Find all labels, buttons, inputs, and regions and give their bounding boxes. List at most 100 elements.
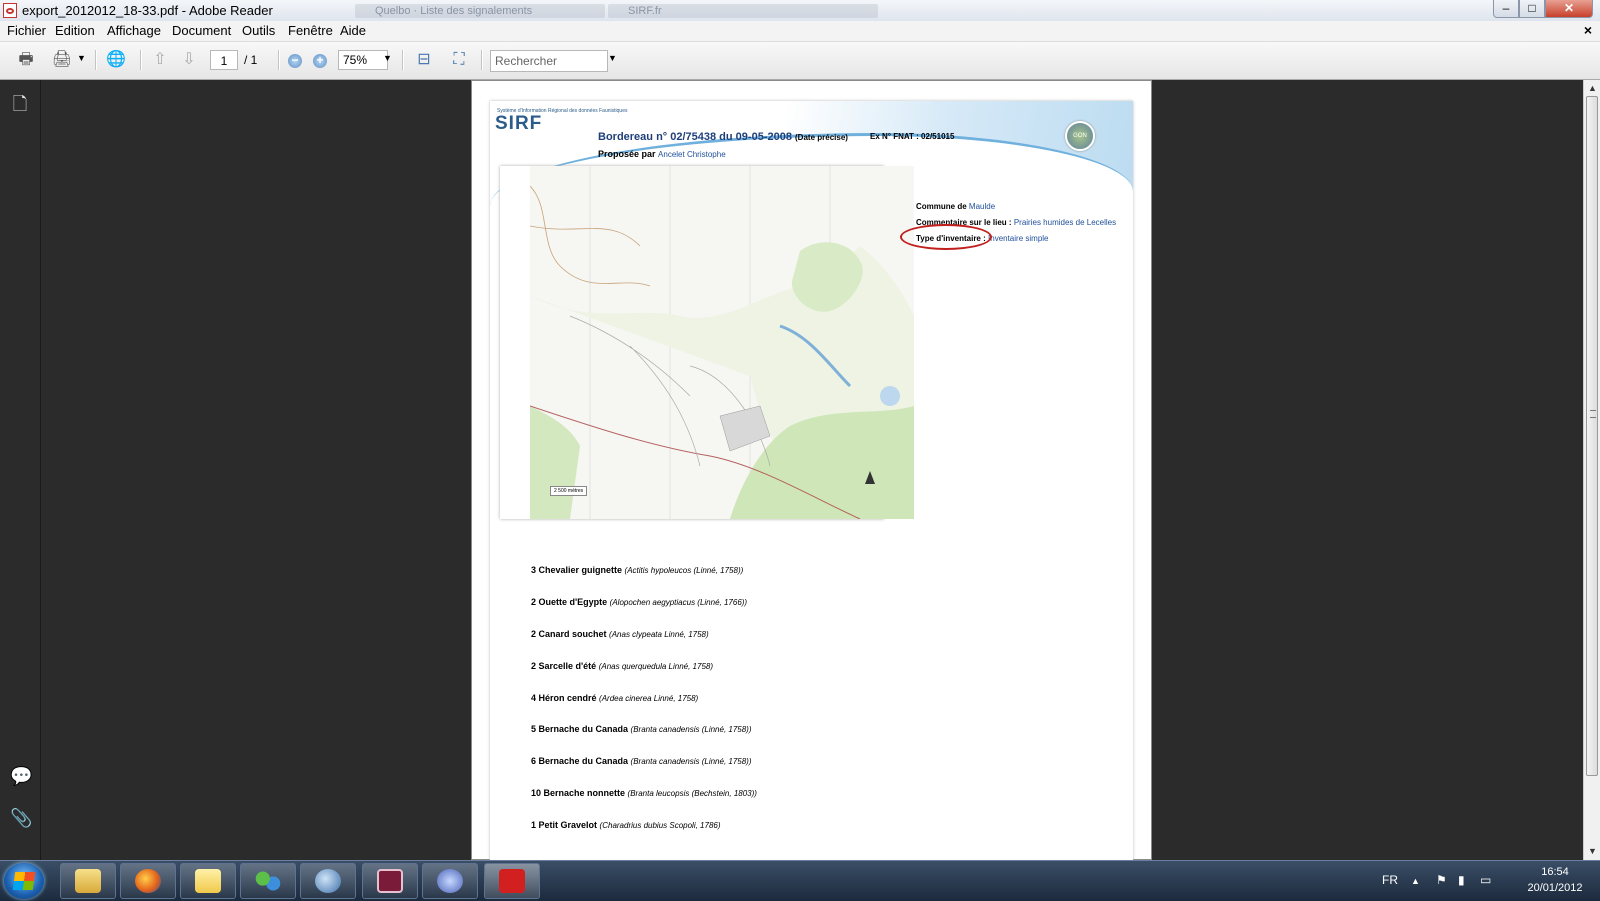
chevron-down-icon[interactable]: ▼ [383, 53, 392, 63]
zoom-level-select[interactable]: 75% [338, 50, 388, 70]
dolphin-app-icon [437, 869, 463, 893]
adobe-reader-app-icon [3, 3, 17, 18]
commune-line: Commune de Maulde [916, 202, 995, 211]
explorer-icon [75, 869, 101, 893]
type-value: Inventaire simple [988, 234, 1049, 243]
species-latin: (Branta canadensis (Linné, 1758)) [630, 725, 752, 734]
taskbar-explorer[interactable] [60, 863, 116, 899]
page-content: Système d'Information Régional des donné… [490, 101, 1133, 860]
network-icon[interactable]: ▭ [1480, 873, 1491, 887]
scroll-up-arrow-icon[interactable]: ▲ [1584, 80, 1600, 97]
taskbar-adobe-reader[interactable] [484, 863, 540, 899]
red-annotation-ellipse [900, 224, 992, 250]
menu-fichier[interactable]: Fichier [7, 23, 46, 38]
toolbar-separator [140, 50, 142, 70]
species-item: 4 Héron cendré (Ardea cinerea Linné, 175… [531, 693, 698, 703]
fit-page-icon[interactable]: ⛶ [447, 49, 471, 71]
species-name: 3 Chevalier guignette [531, 565, 623, 575]
species-item: 2 Ouette d'Egypte (Alopochen aegyptiacus… [531, 597, 747, 607]
power-icon[interactable]: ▮ [1458, 873, 1465, 887]
species-item: 6 Bernache du Canada (Branta canadensis … [531, 756, 752, 766]
toolbar: 🖶 🖨 ▼ 🌐 ⇧ ⇩ 1 / 1 − + 75% ▼ ⊟ ⛶ Recherch… [0, 42, 1600, 80]
close-window-button[interactable]: ✕ [1545, 0, 1593, 18]
firefox-icon [135, 869, 161, 893]
taskbar-firefox[interactable] [120, 863, 176, 899]
species-item: 2 Sarcelle d'été (Anas querquedula Linné… [531, 661, 713, 671]
scrollbar-thumb[interactable] [1586, 96, 1598, 776]
zoom-in-button[interactable]: + [313, 54, 327, 68]
grip-icon [1590, 410, 1596, 418]
print-options-icon[interactable]: 🖨 [50, 49, 74, 71]
taskbar-messenger[interactable] [240, 863, 296, 899]
pdf-page: Système d'Information Régional des donné… [471, 80, 1152, 860]
print-icon[interactable]: 🖶 [14, 49, 38, 71]
bordereau-number: Bordereau n° 02/75438 du 09-05-2008 [598, 131, 792, 143]
scroll-down-arrow-icon[interactable]: ▼ [1584, 843, 1600, 860]
sirf-logo: SIRF [495, 113, 543, 134]
taskbar-key-app[interactable] [362, 863, 418, 899]
chevron-down-icon[interactable]: ▼ [77, 53, 86, 63]
menu-outils[interactable]: Outils [242, 23, 275, 38]
action-center-flag-icon[interactable]: ⚑ [1436, 873, 1447, 887]
species-item: 10 Bernache nonnette (Branta leucopsis (… [531, 788, 757, 798]
observer-name: Ancelet Christophe [658, 150, 726, 159]
species-item: 3 Chevalier guignette (Actitis hypoleuco… [531, 565, 743, 575]
species-latin: (Anas querquedula Linné, 1758) [598, 662, 714, 671]
menu-fenetre[interactable]: Fenêtre [288, 23, 333, 38]
fnat-number: Ex N° FNAT : 02/51015 [870, 132, 955, 141]
key-app-icon [377, 869, 403, 893]
folder-icon [195, 869, 221, 893]
maximize-button[interactable]: □ [1519, 0, 1545, 18]
windows-logo-icon [12, 872, 36, 890]
search-input[interactable]: Rechercher [490, 50, 608, 72]
comments-icon[interactable]: 💬 [10, 766, 32, 788]
windows-taskbar: FR ▲ ⚑ ▮ ▭ 16:54 20/01/2012 [0, 860, 1600, 901]
adobe-reader-icon [499, 869, 525, 893]
commune-label: Commune de [916, 202, 967, 211]
species-item: 5 Bernache du Canada (Branta canadensis … [531, 724, 752, 734]
toolbar-separator [402, 50, 404, 70]
vertical-scrollbar[interactable]: ▲ ▼ [1583, 80, 1600, 860]
bordereau-title: Bordereau n° 02/75438 du 09-05-2008 (Dat… [598, 131, 848, 143]
menu-edition[interactable]: Edition [55, 23, 95, 38]
zoom-out-button[interactable]: − [288, 54, 302, 68]
species-latin: (Ardea cinerea Linné, 1758) [599, 694, 699, 703]
page-number-input[interactable]: 1 [210, 50, 238, 70]
species-name: 6 Bernache du Canada [531, 756, 629, 766]
commentaire-value: Prairies humides de Lecelles [1013, 218, 1117, 227]
toolbar-separator [278, 50, 280, 70]
attachments-paperclip-icon[interactable]: 📎 [10, 808, 32, 830]
start-button[interactable] [4, 863, 44, 899]
share-globe-icon[interactable]: 🌐 [104, 49, 128, 71]
tray-expand-icon[interactable]: ▲ [1411, 876, 1420, 886]
species-name: 10 Bernache nonnette [531, 788, 626, 798]
clock-date: 20/01/2012 [1527, 882, 1583, 894]
next-page-icon[interactable]: ⇩ [177, 49, 201, 71]
menu-bar: Fichier Edition Affichage Document Outil… [0, 21, 1600, 42]
background-window-tab: Quelbo · Liste des signalements [355, 4, 605, 18]
close-document-button[interactable]: × [1584, 22, 1592, 38]
toolbar-separator [481, 50, 483, 70]
previous-page-icon[interactable]: ⇧ [148, 49, 172, 71]
menu-document[interactable]: Document [172, 23, 231, 38]
minimize-button[interactable]: – [1493, 0, 1519, 18]
language-indicator[interactable]: FR [1382, 873, 1398, 887]
taskbar-folder[interactable] [180, 863, 236, 899]
document-viewport[interactable]: Système d'Information Régional des donné… [41, 80, 1583, 860]
species-latin: (Branta leucopsis (Bechstein, 1803)) [627, 789, 757, 798]
clock-time: 16:54 [1541, 866, 1569, 878]
chevron-down-icon[interactable]: ▼ [608, 53, 617, 63]
page-total-label: / 1 [244, 53, 258, 67]
taskbar-dolphin-app[interactable] [422, 863, 478, 899]
menu-aide[interactable]: Aide [340, 23, 366, 38]
species-name: 2 Sarcelle d'été [531, 661, 597, 671]
species-item: 1 Petit Gravelot (Charadrius dubius Scop… [531, 820, 721, 830]
fit-width-icon[interactable]: ⊟ [412, 49, 436, 71]
species-latin: (Alopochen aegyptiacus (Linné, 1766)) [609, 598, 748, 607]
taskbar-thunderbird[interactable] [300, 863, 356, 899]
system-clock[interactable]: 16:54 20/01/2012 [1520, 864, 1590, 896]
menu-affichage[interactable]: Affichage [107, 23, 161, 38]
pages-panel-icon[interactable]: 🗋 [10, 92, 30, 114]
species-name: 5 Bernache du Canada [531, 724, 629, 734]
date-note: (Date précise) [795, 133, 848, 142]
